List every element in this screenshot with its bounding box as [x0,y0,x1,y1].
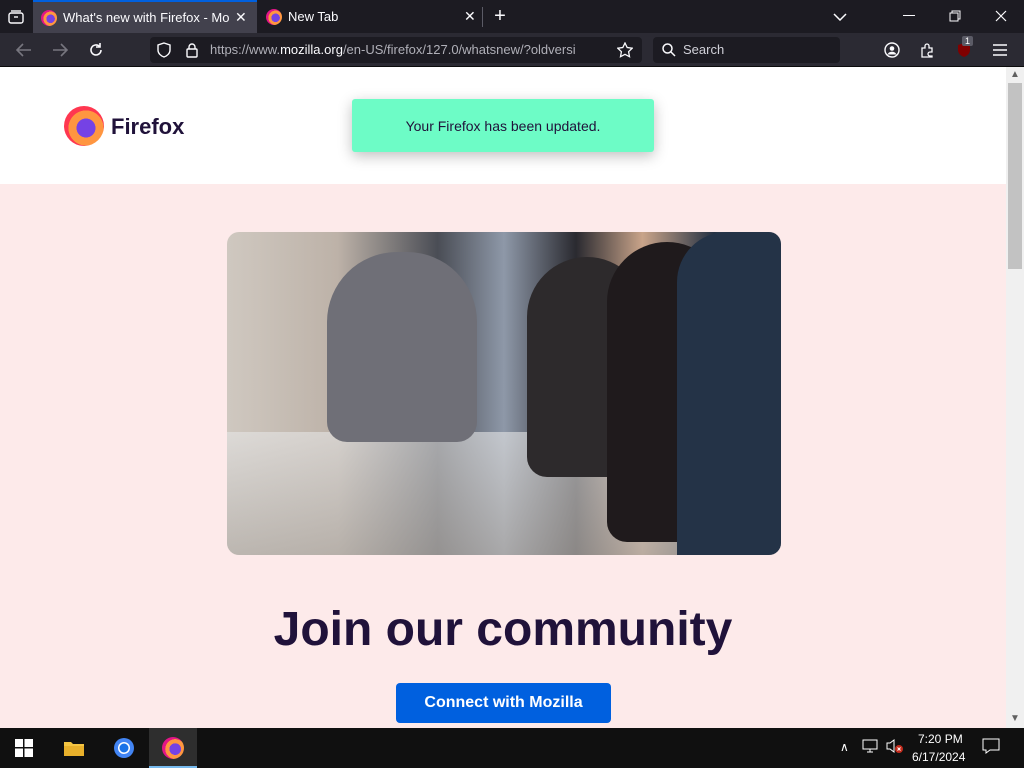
lock-icon[interactable] [184,42,200,58]
forward-icon[interactable] [50,40,70,60]
chrome-icon[interactable] [112,736,136,760]
ublock-icon[interactable]: 1 [954,36,974,60]
scroll-down-icon[interactable]: ▼ [1010,713,1020,724]
clock-time[interactable]: 7:20 PM [918,732,963,746]
tab-list-icon[interactable] [6,8,26,26]
firefox-icon [41,9,57,26]
url-domain: mozilla.org [280,42,343,57]
tab-title: What's new with Firefox - More [63,10,229,25]
back-icon[interactable] [14,40,34,60]
ublock-badge: 1 [962,36,974,46]
menu-icon[interactable] [990,40,1010,60]
community-photo [227,232,781,555]
tab-bar: What's new with Firefox - More ✕ New Tab… [0,0,1024,33]
url-prefix: https://www. [210,42,281,57]
tab-whats-new[interactable]: What's new with Firefox - More ✕ [33,0,257,33]
volume-muted-icon[interactable] [886,738,904,757]
chevron-up-icon[interactable]: ∧ [840,740,849,754]
close-icon[interactable]: ✕ [235,9,247,26]
close-window-icon[interactable] [990,6,1012,26]
reload-icon[interactable] [86,40,106,60]
page-scrollbar[interactable]: ▲ ▼ [1006,67,1024,728]
photo-person-1 [327,252,477,442]
search-placeholder: Search [683,42,725,57]
account-icon[interactable] [882,40,902,60]
restore-icon[interactable] [944,6,966,26]
page-header: Firefox Your Firefox has been updated. [0,67,1006,184]
firefox-taskbar-button[interactable] [149,728,197,768]
page-content: Firefox Your Firefox has been updated. J… [0,67,1006,728]
taskbar: ∧ 7:20 PM 6/17/2024 [0,728,1024,768]
tab-divider [482,7,483,27]
shield-icon[interactable] [156,42,172,58]
file-explorer-icon[interactable] [62,736,86,760]
tab-new-tab[interactable]: New Tab ✕ [258,0,482,33]
chevron-down-icon[interactable] [830,7,850,27]
scrollbar-thumb[interactable] [1008,83,1022,269]
clock-date[interactable]: 6/17/2024 [912,750,965,764]
windows-start-icon[interactable] [14,738,34,758]
nav-bar: https://www.mozilla.org/en-US/firefox/12… [0,33,1024,67]
star-icon[interactable] [616,42,634,58]
url-bar[interactable]: https://www.mozilla.org/en-US/firefox/12… [150,37,642,63]
minimize-icon[interactable] [898,6,920,26]
photo-person-4 [677,232,781,555]
search-bar[interactable]: Search [653,37,840,63]
logo-text[interactable]: Firefox [111,114,184,140]
connect-button[interactable]: Connect with Mozilla [396,683,611,723]
page-headline: Join our community [273,603,733,656]
update-notification: Your Firefox has been updated. [352,99,654,152]
url-text[interactable]: https://www.mozilla.org/en-US/firefox/12… [210,42,608,57]
search-icon [661,42,677,58]
url-path: /en-US/firefox/127.0/whatsnew/?oldversi [342,42,576,57]
new-tab-icon[interactable]: + [490,5,510,27]
network-icon[interactable] [862,738,880,757]
notification-icon[interactable] [982,738,1000,757]
firefox-logo-icon[interactable] [64,106,104,146]
tab-title: New Tab [288,9,339,24]
firefox-icon [162,737,184,759]
firefox-icon [266,8,282,25]
scroll-up-icon[interactable]: ▲ [1010,69,1020,80]
extensions-icon[interactable] [918,40,938,60]
close-icon[interactable]: ✕ [464,8,476,25]
